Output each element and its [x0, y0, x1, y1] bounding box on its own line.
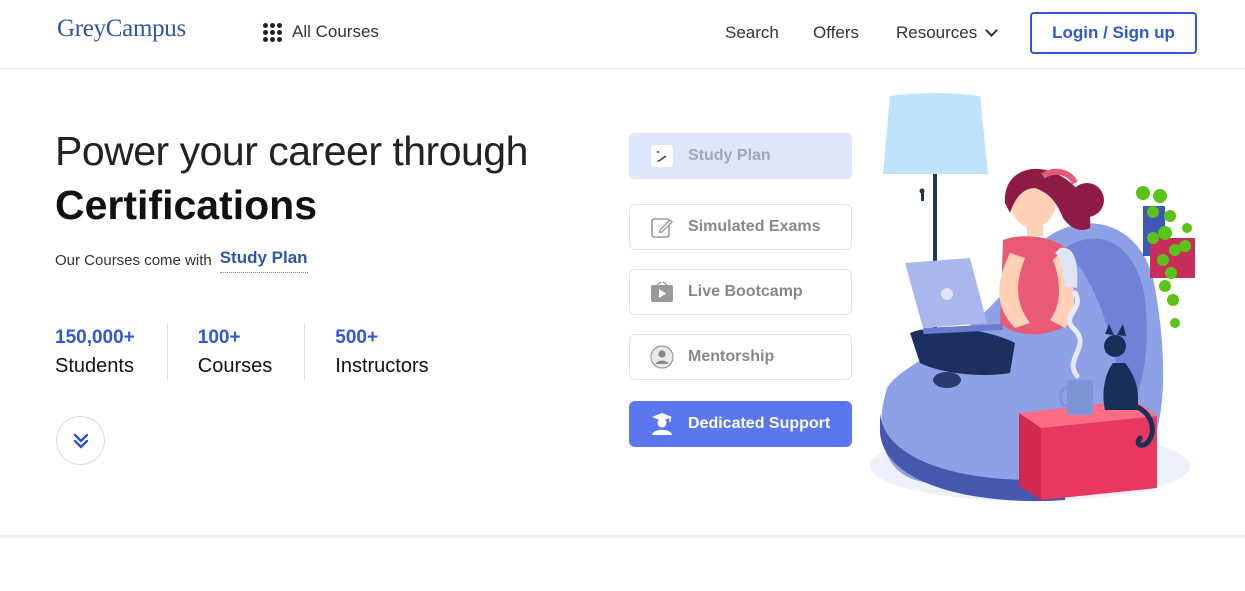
- all-courses-menu[interactable]: All Courses: [263, 22, 379, 42]
- stat-students: 150,000+ Students: [55, 323, 168, 379]
- greycampus-logo[interactable]: GreyCampus: [57, 15, 186, 43]
- feature-label: Mentorship: [688, 348, 775, 365]
- nav-search-link[interactable]: Search: [725, 23, 779, 43]
- stat-instructors: 500+ Instructors: [335, 323, 460, 379]
- stat-value: 100+: [197, 327, 241, 348]
- edit-icon: [650, 215, 674, 239]
- section-divider: [0, 535, 1245, 538]
- graduate-icon: [650, 412, 674, 436]
- study-plan-icon: [650, 144, 674, 168]
- nav-resources-dropdown[interactable]: Resources: [896, 23, 999, 43]
- feature-label: Study Plan: [688, 147, 771, 164]
- stat-value: 150,000+: [55, 327, 135, 348]
- video-icon: [650, 280, 674, 304]
- stat-label: Instructors: [335, 355, 429, 377]
- user-icon: [650, 345, 674, 369]
- feature-label: Live Bootcamp: [688, 283, 803, 300]
- grid-menu-icon: [263, 22, 282, 42]
- nav-resources-label: Resources: [896, 23, 978, 42]
- feature-mentorship[interactable]: Mentorship: [629, 334, 852, 380]
- stats-row: 150,000+ Students 100+ Courses 500+ Inst…: [55, 323, 491, 379]
- chevron-down-icon: [985, 24, 999, 37]
- feature-simulated-exams[interactable]: Simulated Exams: [629, 204, 852, 250]
- all-courses-label: All Courses: [292, 22, 379, 41]
- scroll-down-button[interactable]: [56, 416, 105, 465]
- hero-headline-emphasis: Certifications: [55, 182, 317, 228]
- hero-illustration: [870, 93, 1195, 502]
- hero-subline-highlight: Study Plan: [219, 248, 308, 273]
- stat-value: 500+: [335, 327, 379, 348]
- stat-courses: 100+ Courses: [197, 323, 306, 379]
- login-signup-button[interactable]: Login / Sign up: [1030, 12, 1197, 54]
- hero-headline: Power your career through: [55, 128, 528, 174]
- top-navbar: GreyCampus All Courses Search Offers Res…: [0, 0, 1245, 69]
- hero-subline-prefix: Our Courses come with: [55, 252, 212, 269]
- nav-offers-link[interactable]: Offers: [813, 23, 859, 43]
- feature-label: Simulated Exams: [688, 218, 821, 235]
- double-chevron-down-icon: [73, 433, 88, 448]
- hero-subline: Our Courses come with Study Plan: [55, 248, 308, 273]
- stat-label: Students: [55, 355, 134, 377]
- feature-label: Dedicated Support: [688, 415, 831, 432]
- feature-live-bootcamp[interactable]: Live Bootcamp: [629, 269, 852, 315]
- stat-label: Courses: [197, 355, 273, 377]
- feature-study-plan[interactable]: Study Plan: [629, 133, 852, 179]
- feature-dedicated-support[interactable]: Dedicated Support: [629, 401, 852, 447]
